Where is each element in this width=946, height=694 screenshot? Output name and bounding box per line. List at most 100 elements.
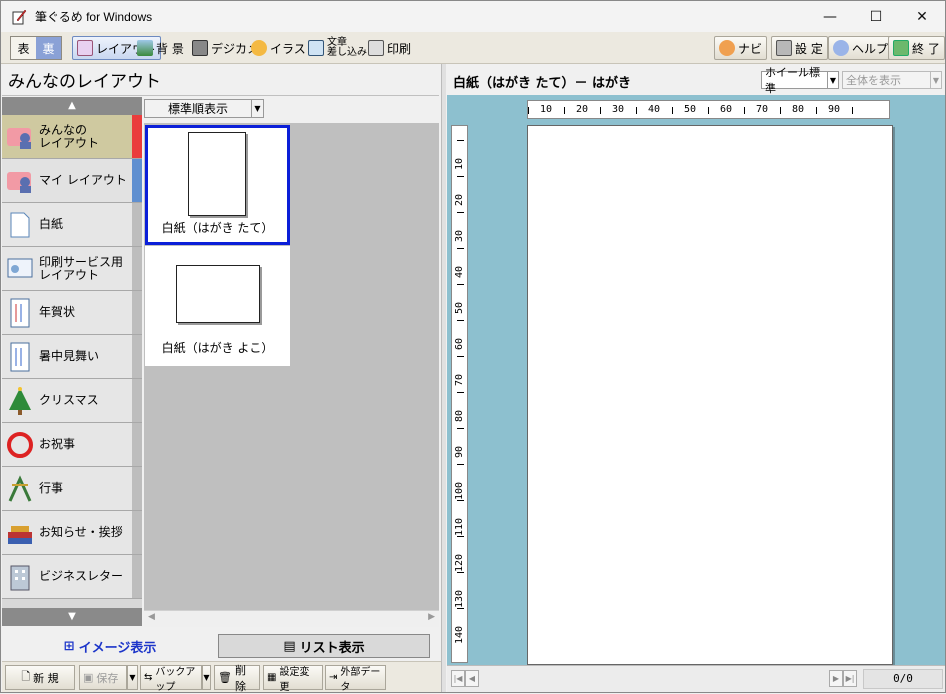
ruler-label: 110 <box>454 517 465 536</box>
prev-page-button[interactable]: ◀ <box>465 670 479 687</box>
first-page-button[interactable]: |◀ <box>451 670 465 687</box>
close-button[interactable]: ✕ <box>899 1 945 32</box>
backup-dropdown-button[interactable]: ▼ <box>202 665 211 690</box>
celebration-icon <box>5 430 35 460</box>
ruler-label: 140 <box>454 625 465 644</box>
ruler-tick <box>457 536 464 537</box>
text-insert-button[interactable]: 文章 差し込み <box>303 36 372 60</box>
books-icon <box>5 518 35 548</box>
category-blank[interactable]: 白紙 <box>2 203 142 247</box>
background-button[interactable]: 背 景 <box>132 36 189 60</box>
category-scroll-up-button[interactable]: ▲ <box>2 97 142 115</box>
window-title: 筆ぐるめ for Windows <box>35 10 153 24</box>
ruler-tick <box>672 107 673 114</box>
app-window: 筆ぐるめ for Windows — ☐ ✕ 表 裏 レイアウト 背 景 デジカ… <box>0 0 946 693</box>
category-print-service[interactable]: 印刷サービス用 レイアウト <box>2 247 142 291</box>
panel-splitter[interactable] <box>441 64 446 692</box>
save-button[interactable]: ▣ 保存 <box>79 665 127 690</box>
ruler-tick <box>457 500 464 501</box>
category-minna-layout[interactable]: みんなの レイアウト <box>2 115 142 159</box>
category-events[interactable]: 行事 <box>2 467 142 511</box>
change-settings-button[interactable]: ▦ 設定変更 <box>263 665 323 693</box>
ruler-label: 50 <box>684 104 697 115</box>
ruler-tick <box>457 212 464 213</box>
page-counter: 0/0 <box>863 669 943 689</box>
ruler-tick <box>457 140 464 141</box>
ruler-tick <box>457 248 464 249</box>
category-list: みんなの レイアウト マイ レイアウト 白紙 印刷サービス用 レイアウト 年賀状… <box>2 115 142 608</box>
settings-button[interactable]: 設 定 <box>771 36 828 60</box>
postcard-page[interactable] <box>527 125 893 665</box>
new-document-icon: 🗋 <box>21 670 31 683</box>
back-side-button[interactable]: 裏 <box>36 37 61 59</box>
maximize-button[interactable]: ☐ <box>853 1 899 32</box>
scroll-left-icon[interactable]: ◀ <box>148 612 155 622</box>
ruler-label: 120 <box>454 553 465 572</box>
last-page-button[interactable]: ▶| <box>843 670 857 687</box>
ruler-tick <box>816 107 817 114</box>
front-side-button[interactable]: 表 <box>11 37 36 59</box>
ruler-label: 60 <box>720 104 733 115</box>
ruler-label: 50 <box>454 301 465 314</box>
layout-icon <box>77 40 93 56</box>
category-shochu-mimai[interactable]: 暑中見舞い <box>2 335 142 379</box>
landscape-paper-preview <box>176 265 260 323</box>
ruler-tick <box>852 107 853 114</box>
category-my-layout[interactable]: マイ レイアウト <box>2 159 142 203</box>
category-scroll-down-button[interactable]: ▼ <box>2 608 142 626</box>
exit-icon <box>893 40 909 56</box>
main-toolbar: 表 裏 レイアウト 背 景 デジカメ イラスト 文章 差し込み 印刷 ナビ 設 … <box>1 32 945 64</box>
help-button[interactable]: ヘルプ <box>828 36 894 60</box>
scroll-right-icon[interactable]: ▶ <box>428 612 435 622</box>
navi-button[interactable]: ナビ <box>714 36 768 60</box>
preview-canvas[interactable]: 10 20 30 40 50 60 70 80 90 10 20 30 40 50 60 70 80 90 100… <box>447 95 945 665</box>
minimize-button[interactable]: — <box>807 1 853 32</box>
ruler-label: 130 <box>454 589 465 608</box>
category-christmas[interactable]: クリスマス <box>2 379 142 423</box>
backup-icon: ⇆ <box>144 672 153 683</box>
preview-title: 白紙（はがき たて）－ はがき <box>453 75 632 91</box>
wheel-mode-select[interactable]: ホイール標準 ▼ <box>761 66 839 95</box>
trash-icon: 🗑 <box>218 671 232 684</box>
horizontal-ruler: 10 20 30 40 50 60 70 80 90 <box>527 100 890 119</box>
ruler-tick <box>457 572 464 573</box>
people-icon <box>5 122 35 152</box>
print-button[interactable]: 印刷 <box>363 36 416 60</box>
ruler-tick <box>457 356 464 357</box>
save-dropdown-button[interactable]: ▼ <box>127 665 138 690</box>
new-button[interactable]: 🗋 新 規 <box>5 665 75 690</box>
category-celebration[interactable]: お祝事 <box>2 423 142 467</box>
ruler-tick <box>457 428 464 429</box>
sort-order-select[interactable]: 標準順表示 ▼ <box>144 99 264 118</box>
preview-header: 白紙（はがき たて）－ はがき ホイール標準 ▼ 全体を表示 ▼ <box>447 66 945 95</box>
ruler-label: 70 <box>756 104 769 115</box>
zoom-fit-select[interactable]: 全体を表示 ▼ <box>842 71 942 89</box>
ruler-label: 70 <box>454 373 465 386</box>
delete-button[interactable]: 🗑 削除 <box>214 664 260 693</box>
ruler-label: 80 <box>792 104 805 115</box>
ruler-label: 20 <box>576 104 589 115</box>
side-toggle: 表 裏 <box>10 36 62 60</box>
chevron-down-icon: ▼ <box>251 100 263 117</box>
backup-button[interactable]: ⇆ バックアップ <box>140 665 202 693</box>
ruler-label: 90 <box>454 445 465 458</box>
exit-button[interactable]: 終 了 <box>888 36 945 60</box>
category-business-letter[interactable]: ビジネスレター <box>2 555 142 599</box>
external-data-button[interactable]: ⇥ 外部データ <box>325 665 386 693</box>
ruler-tick <box>457 392 464 393</box>
tab-image-view[interactable]: ⊞ イメージ表示 <box>2 634 218 658</box>
thumbnail-hagaki-tate[interactable]: 白紙（はがき たて） <box>145 125 290 245</box>
portrait-paper-preview <box>188 132 246 216</box>
ruler-tick <box>744 107 745 114</box>
category-notice[interactable]: お知らせ・挨拶 <box>2 511 142 555</box>
title-bar: 筆ぐるめ for Windows — ☐ ✕ <box>1 1 945 32</box>
app-icon <box>11 9 27 25</box>
next-page-button[interactable]: ▶ <box>829 670 843 687</box>
category-nengajo[interactable]: 年賀状 <box>2 291 142 335</box>
import-icon: ⇥ <box>329 672 338 683</box>
thumbnail-hagaki-yoko[interactable]: 白紙（はがき よこ） <box>145 246 290 366</box>
thumbnail-hscrollbar[interactable]: ◀ ▶ <box>144 610 439 627</box>
settings-change-icon: ▦ <box>267 672 277 683</box>
vertical-ruler: 10 20 30 40 50 60 70 80 90 100 110 120 130 140 <box>451 125 468 663</box>
tab-list-view[interactable]: ▤ リスト表示 <box>218 634 430 658</box>
